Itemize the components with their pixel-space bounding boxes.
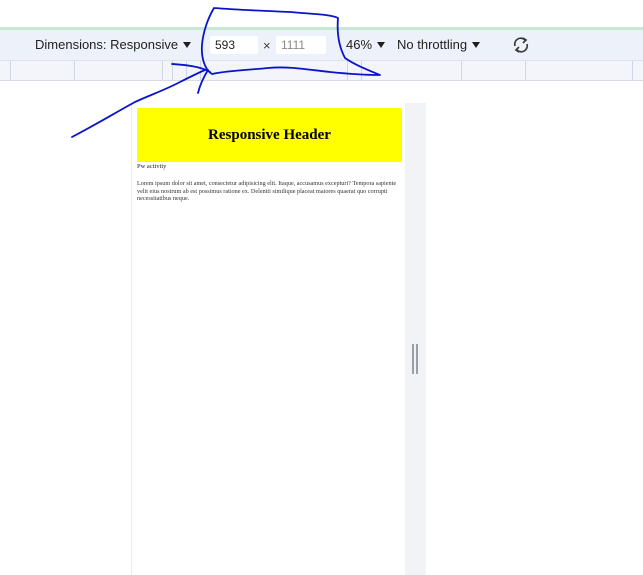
resize-gutter xyxy=(405,103,426,575)
media-query-ruler xyxy=(0,61,643,81)
dimension-separator: × xyxy=(263,38,271,53)
height-input[interactable] xyxy=(276,36,326,54)
width-input[interactable] xyxy=(210,36,258,54)
device-toolbar: Dimensions: Responsive × 46% No throttli… xyxy=(0,30,643,61)
page-subtitle: Pw activity xyxy=(137,163,167,170)
throttling-caret-icon xyxy=(472,42,481,48)
body-paragraph: Lorem ipsum dolor sit amet, consectetur … xyxy=(137,180,397,203)
emulated-viewport: Responsive Header Pw activity Lorem ipsu… xyxy=(0,81,643,575)
ruler-segment[interactable] xyxy=(347,61,362,80)
ruler-segment[interactable] xyxy=(10,61,75,80)
dimensions-label: Dimensions: Responsive xyxy=(35,37,179,52)
ruler-segment[interactable] xyxy=(74,61,163,80)
zoom-label: 46% xyxy=(346,37,373,52)
throttling-dropdown[interactable]: No throttling xyxy=(397,30,481,60)
ruler-segment[interactable] xyxy=(200,61,348,80)
dimensions-dropdown[interactable]: Dimensions: Responsive xyxy=(35,30,192,60)
ruler-segment[interactable] xyxy=(525,61,633,80)
ruler-segment[interactable] xyxy=(172,61,187,80)
rotate-icon[interactable] xyxy=(511,35,531,55)
ruler-segment[interactable] xyxy=(461,61,526,80)
zoom-caret-icon xyxy=(377,42,386,48)
ruler-segment[interactable] xyxy=(186,61,201,80)
dimensions-caret-icon xyxy=(183,42,192,48)
header-title: Responsive Header xyxy=(208,126,331,143)
throttling-label: No throttling xyxy=(397,37,468,52)
responsive-header: Responsive Header xyxy=(137,108,402,162)
resize-handle[interactable] xyxy=(412,344,419,374)
page-frame: Responsive Header Pw activity Lorem ipsu… xyxy=(131,103,405,575)
ruler-segment[interactable] xyxy=(361,61,462,80)
zoom-dropdown[interactable]: 46% xyxy=(346,30,386,60)
